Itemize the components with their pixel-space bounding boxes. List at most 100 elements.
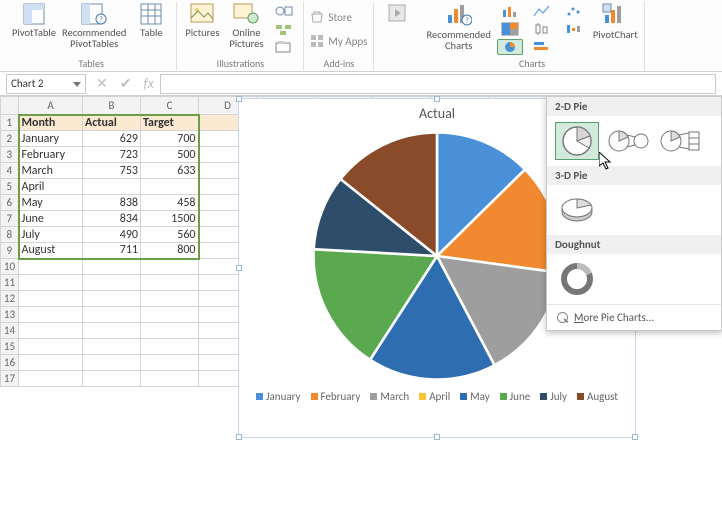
cell[interactable]: 633 <box>141 163 199 179</box>
resize-handle[interactable] <box>236 96 242 102</box>
row-header[interactable]: 16 <box>1 355 19 371</box>
row-header[interactable]: 3 <box>1 147 19 163</box>
recommended-charts-button[interactable]: ? Recommended Charts <box>426 3 490 55</box>
cell[interactable]: January <box>19 131 83 147</box>
cell[interactable]: 490 <box>83 227 141 243</box>
row-header[interactable]: 12 <box>1 291 19 307</box>
chart-legend[interactable]: JanuaryFebruaryMarchAprilMayJuneJulyAugu… <box>239 390 635 403</box>
cell[interactable]: 560 <box>141 227 199 243</box>
insert-function-icon[interactable]: fx <box>143 75 153 92</box>
myapps-button[interactable]: My Apps <box>310 32 367 50</box>
cell[interactable] <box>19 339 83 355</box>
row-header[interactable]: 11 <box>1 275 19 291</box>
row-header[interactable]: 10 <box>1 259 19 275</box>
cell[interactable]: 711 <box>83 243 141 259</box>
resize-handle[interactable] <box>236 434 242 440</box>
cell[interactable] <box>83 259 141 275</box>
doughnut-option[interactable] <box>555 260 599 298</box>
pivottable-button[interactable]: PivotTable <box>12 3 56 55</box>
row-header[interactable]: 9 <box>1 243 19 259</box>
online-pictures-button[interactable]: Online Pictures <box>227 3 265 55</box>
col-header[interactable]: A <box>19 97 83 115</box>
cell[interactable] <box>83 275 141 291</box>
pie-3d-option[interactable] <box>555 191 599 229</box>
cell[interactable]: June <box>19 211 83 227</box>
cell[interactable] <box>141 275 199 291</box>
cell[interactable] <box>141 339 199 355</box>
pictures-button[interactable]: Pictures <box>183 3 221 55</box>
legend-item[interactable]: August <box>577 390 618 403</box>
cell[interactable] <box>19 371 83 387</box>
row-header[interactable]: 1 <box>1 115 19 131</box>
cell[interactable] <box>141 371 199 387</box>
row-header[interactable]: 15 <box>1 339 19 355</box>
cell[interactable] <box>19 307 83 323</box>
store-button[interactable]: Store <box>310 8 367 26</box>
col-header[interactable]: B <box>83 97 141 115</box>
enter-formula-icon[interactable]: ✔ <box>120 75 132 92</box>
cell[interactable]: 458 <box>141 195 199 211</box>
cell[interactable] <box>83 323 141 339</box>
cell[interactable]: Month <box>19 115 83 131</box>
pie-of-pie-option[interactable] <box>607 122 651 160</box>
cell[interactable]: May <box>19 195 83 211</box>
cell[interactable] <box>83 307 141 323</box>
row-header[interactable]: 5 <box>1 179 19 195</box>
pie-chart-plot[interactable] <box>307 126 567 386</box>
cell[interactable]: 629 <box>83 131 141 147</box>
legend-item[interactable]: May <box>460 390 489 403</box>
legend-item[interactable]: April <box>419 390 450 403</box>
cell[interactable]: 700 <box>141 131 199 147</box>
smartart-button[interactable] <box>271 21 297 37</box>
name-box[interactable]: Chart 2 <box>6 74 86 94</box>
pivotchart-button[interactable]: PivotChart <box>593 3 638 55</box>
row-header[interactable]: 2 <box>1 131 19 147</box>
table-button[interactable]: Table <box>132 3 170 55</box>
cancel-formula-icon[interactable]: ✕ <box>96 75 108 92</box>
legend-item[interactable]: March <box>370 390 409 403</box>
cell[interactable]: February <box>19 147 83 163</box>
cell[interactable]: 834 <box>83 211 141 227</box>
cell[interactable] <box>19 323 83 339</box>
cell[interactable] <box>141 307 199 323</box>
cell[interactable]: 1500 <box>141 211 199 227</box>
cell[interactable]: 723 <box>83 147 141 163</box>
row-header[interactable]: 6 <box>1 195 19 211</box>
cell[interactable]: Target <box>141 115 199 131</box>
cell[interactable] <box>141 179 199 195</box>
cell[interactable]: 753 <box>83 163 141 179</box>
cell[interactable] <box>83 339 141 355</box>
insert-waterfall-chart-button[interactable] <box>561 21 587 37</box>
insert-line-chart-button[interactable] <box>529 3 555 19</box>
col-header[interactable]: C <box>141 97 199 115</box>
shapes-button[interactable] <box>271 3 297 19</box>
resize-handle[interactable] <box>434 434 440 440</box>
insert-bar-chart-button[interactable] <box>529 39 555 55</box>
row-header[interactable]: 17 <box>1 371 19 387</box>
more-pie-charts-link[interactable]: More Pie Charts... <box>547 304 721 330</box>
insert-column-chart-button[interactable] <box>497 3 523 19</box>
cell[interactable] <box>19 259 83 275</box>
row-header[interactable]: 13 <box>1 307 19 323</box>
cell[interactable] <box>141 291 199 307</box>
cell[interactable] <box>141 355 199 371</box>
cell[interactable] <box>19 355 83 371</box>
cell[interactable]: Actual <box>83 115 141 131</box>
row-header[interactable]: 7 <box>1 211 19 227</box>
cell[interactable] <box>19 275 83 291</box>
cell[interactable]: 800 <box>141 243 199 259</box>
cell[interactable] <box>83 371 141 387</box>
cell[interactable] <box>141 323 199 339</box>
resize-handle[interactable] <box>236 265 242 271</box>
insert-hierarchy-chart-button[interactable] <box>497 21 523 37</box>
bar-of-pie-option[interactable] <box>659 122 703 160</box>
screenshot-button[interactable] <box>271 39 297 55</box>
insert-scatter-chart-button[interactable] <box>561 3 587 19</box>
legend-item[interactable]: June <box>500 390 531 403</box>
cell[interactable]: 500 <box>141 147 199 163</box>
formula-input[interactable] <box>160 74 716 94</box>
cell[interactable] <box>83 179 141 195</box>
bingmaps-button[interactable] <box>378 3 416 55</box>
legend-item[interactable]: January <box>256 390 300 403</box>
cell[interactable]: July <box>19 227 83 243</box>
